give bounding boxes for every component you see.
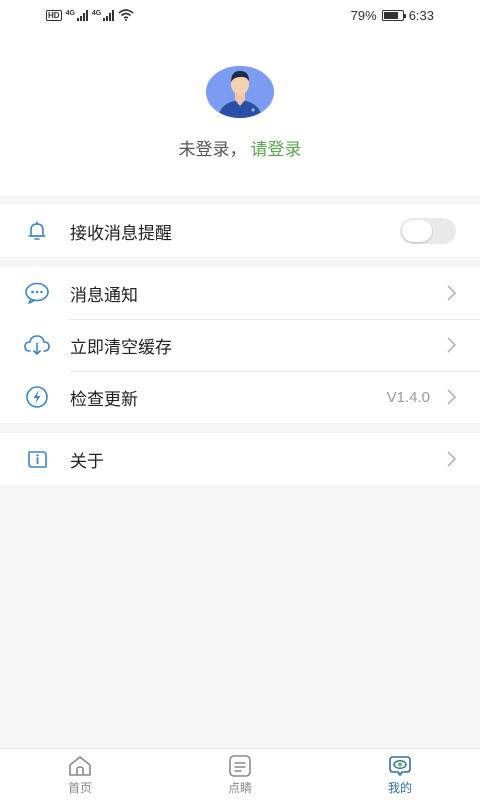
tab-mine-label: 我的 [387, 781, 412, 795]
signal-icon: 4G [65, 9, 88, 21]
bell-icon [23, 217, 51, 245]
status-bar: HD 4G 4G 79% 6:33 [0, 0, 480, 30]
clear-cache-label: 立即清空缓存 [70, 337, 172, 357]
network-label-2: 4G [91, 9, 102, 17]
login-link[interactable]: 请登录 [251, 140, 302, 159]
login-prompt: 未登录， 请登录 [0, 135, 480, 160]
notes-icon [229, 755, 251, 777]
chevron-right-icon [447, 451, 457, 467]
check-update-label: 检查更新 [70, 389, 138, 409]
toggle-knob [402, 220, 432, 242]
avatar[interactable] [206, 66, 274, 118]
notify-toggle-switch[interactable] [400, 218, 456, 244]
notify-toggle-label: 接收消息提醒 [70, 223, 172, 243]
messages-row[interactable]: 消息通知 [0, 267, 480, 319]
battery-icon [381, 9, 406, 21]
clear-cache-row[interactable]: 立即清空缓存 [0, 319, 480, 371]
bottom-tab-bar: 首页 点睛 我的 [0, 748, 480, 800]
wifi-icon [118, 9, 134, 21]
profile-header: 未登录， 请登录 [0, 30, 480, 195]
clock: 6:33 [408, 7, 434, 23]
login-status-text: 未登录， [178, 140, 247, 159]
tab-home-label: 首页 [67, 781, 92, 795]
about-label: 关于 [70, 451, 104, 471]
lightning-icon [23, 383, 51, 411]
version-text: V1.4.0 [386, 388, 430, 406]
settings-group-notify: 接收消息提醒 [0, 205, 480, 257]
chevron-right-icon [447, 337, 457, 353]
chevron-right-icon [447, 285, 457, 301]
signal-icon-2: 4G [91, 9, 115, 21]
tab-mine[interactable]: 我的 [320, 749, 480, 800]
tab-home[interactable]: 首页 [0, 749, 160, 800]
tab-highlights[interactable]: 点睛 [160, 749, 320, 800]
network-label: 4G [65, 9, 75, 17]
tab-highlights-label: 点睛 [227, 781, 252, 795]
chat-bubble-icon [23, 279, 51, 307]
status-right: 79% 6:33 [351, 8, 434, 23]
settings-group-main: 消息通知 立即清空缓存 检查更新 V1.4.0 [0, 267, 480, 423]
check-update-row[interactable]: 检查更新 V1.4.0 [0, 371, 480, 423]
cloud-download-icon [23, 331, 51, 359]
info-icon [23, 445, 51, 473]
about-row[interactable]: 关于 [0, 433, 480, 485]
chevron-right-icon [447, 389, 457, 405]
home-icon [69, 756, 91, 776]
battery-percent: 79% [350, 7, 377, 23]
settings-group-about: 关于 [0, 433, 480, 485]
status-left: HD 4G 4G [46, 9, 134, 21]
hd-badge: HD [46, 9, 62, 21]
profile-eye-icon [389, 756, 411, 776]
messages-label: 消息通知 [70, 285, 138, 305]
notify-toggle-row[interactable]: 接收消息提醒 [0, 205, 480, 257]
